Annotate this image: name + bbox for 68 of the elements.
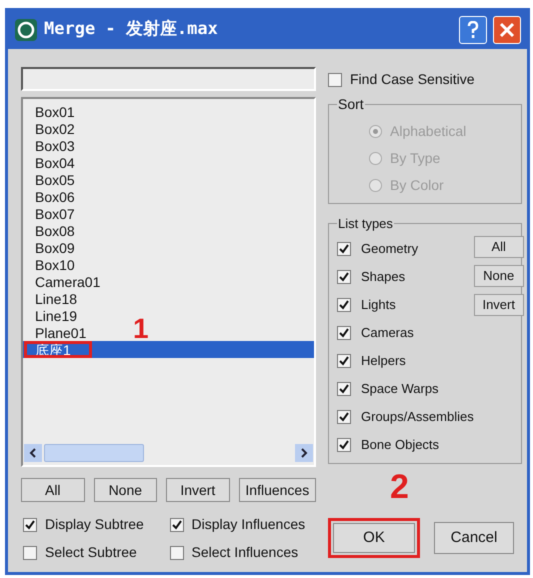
list-button[interactable]: Influences: [238, 478, 316, 502]
option-label: Space Warps: [361, 380, 439, 398]
radio-label: Alphabetical: [390, 122, 466, 141]
checkbox[interactable]: [337, 298, 351, 312]
checkbox[interactable]: [337, 354, 351, 368]
window-title: Merge - 发射座.max: [44, 18, 218, 42]
chevron-left-icon: [29, 448, 37, 458]
list-item[interactable]: Box06: [23, 188, 123, 205]
option-label: Display Influences: [192, 515, 306, 534]
option-label: Bone Objects: [361, 436, 440, 454]
option-label: Select Influences: [192, 543, 298, 562]
option-label: Shapes: [361, 268, 406, 286]
list-item[interactable]: Box04: [23, 154, 123, 171]
app-icon: [14, 18, 38, 42]
chevron-right-icon: [300, 448, 308, 458]
checkbox[interactable]: [337, 382, 351, 396]
list-item[interactable]: Box03: [23, 137, 123, 154]
checkbox[interactable]: [170, 518, 184, 532]
radio-label: By Color: [390, 176, 444, 195]
list-item[interactable]: Box09: [23, 239, 123, 256]
checkbox[interactable]: [337, 326, 351, 340]
list-item[interactable]: Line18: [23, 290, 123, 307]
checkbox[interactable]: [337, 410, 351, 424]
group-title: List types: [337, 215, 394, 233]
checkbox[interactable]: [23, 518, 37, 532]
close-icon: [499, 22, 515, 38]
list-item[interactable]: Box01: [23, 103, 123, 120]
checkbox[interactable]: [337, 438, 351, 452]
list-button[interactable]: All: [21, 478, 85, 502]
annotation-frame: [24, 341, 92, 358]
option-label: Geometry: [361, 240, 418, 258]
checkbox[interactable]: [170, 546, 184, 560]
list-item[interactable]: Camera01: [23, 273, 123, 290]
list-item[interactable]: Box05: [23, 171, 123, 188]
checkbox[interactable]: [337, 270, 351, 284]
checkbox[interactable]: [328, 72, 342, 86]
group-title: Sort: [337, 95, 365, 114]
option-label: Helpers: [361, 352, 406, 370]
option-label: Lights: [361, 296, 396, 314]
scroll-left-button[interactable]: [24, 444, 42, 462]
radio-label: By Type: [390, 149, 440, 168]
annotation-number: 2: [390, 470, 409, 504]
question-icon: [467, 21, 479, 39]
ok-button[interactable]: OK: [333, 523, 415, 553]
list-button[interactable]: Invert: [166, 478, 230, 502]
type-button[interactable]: Invert: [474, 294, 524, 316]
search-field[interactable]: [21, 67, 316, 91]
option-label: Find Case Sensitive: [350, 70, 475, 89]
option-label: Select Subtree: [45, 543, 137, 562]
cancel-button[interactable]: Cancel: [434, 522, 514, 554]
option-label: Cameras: [361, 324, 414, 342]
list-item[interactable]: Box02: [23, 120, 123, 137]
close-button[interactable]: [493, 16, 521, 44]
scrollbar-thumb[interactable]: [44, 444, 144, 462]
type-button[interactable]: All: [474, 236, 524, 258]
list-item[interactable]: Line19: [23, 307, 123, 324]
option-label: Display Subtree: [45, 515, 144, 534]
type-button[interactable]: None: [474, 264, 524, 286]
option-label: Groups/Assemblies: [361, 408, 474, 426]
help-button[interactable]: [459, 16, 487, 44]
list-item[interactable]: Box07: [23, 205, 123, 222]
scroll-right-button[interactable]: [295, 444, 313, 462]
list-item[interactable]: Box10: [23, 256, 123, 273]
list-item[interactable]: Box08: [23, 222, 123, 239]
checkbox[interactable]: [23, 546, 37, 560]
checkbox[interactable]: [337, 242, 351, 256]
list-button[interactable]: None: [94, 478, 158, 502]
list-item[interactable]: Plane01: [23, 324, 123, 341]
